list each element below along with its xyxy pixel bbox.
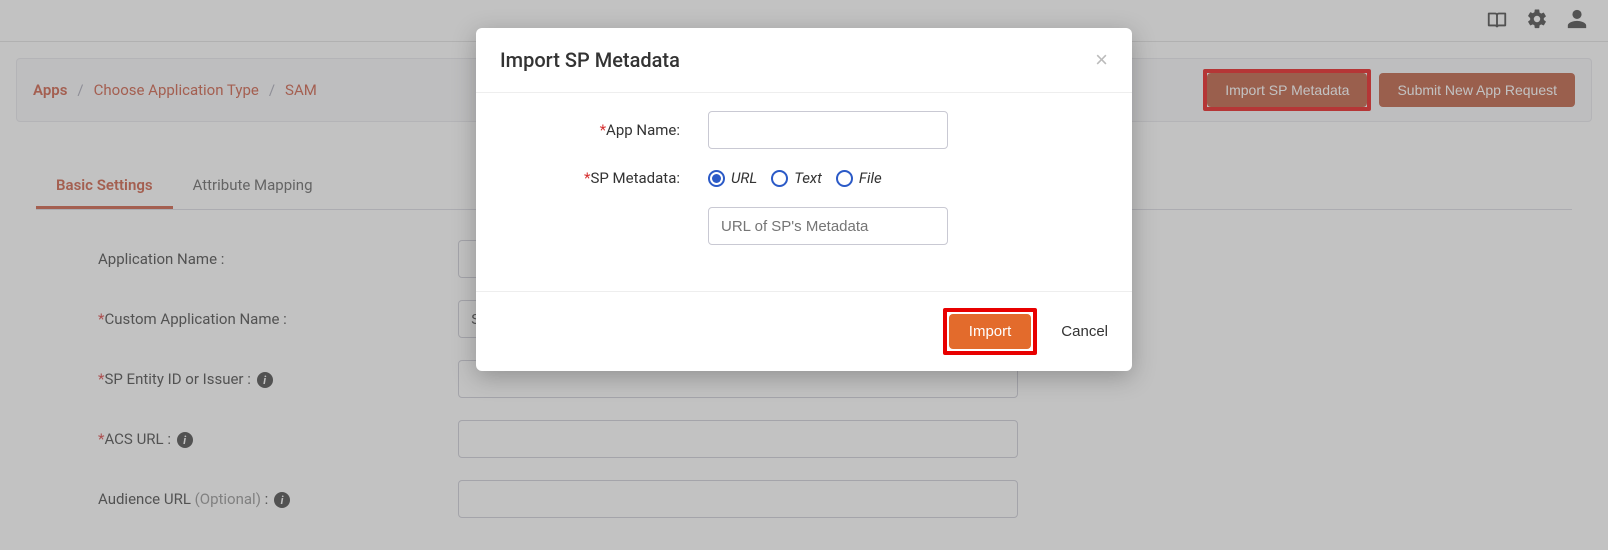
import-button[interactable]: Import [949,314,1032,349]
radio-url-indicator [708,170,725,187]
modal-header: Import SP Metadata × [476,28,1132,93]
close-icon[interactable]: × [1095,49,1108,71]
modal-input-app-name[interactable] [708,111,948,149]
modal-overlay[interactable]: Import SP Metadata × *App Name: *SP Meta… [0,0,1608,550]
sp-metadata-radio-group: URL Text File [708,169,882,187]
modal-row-url-input [516,207,1092,245]
import-sp-metadata-modal: Import SP Metadata × *App Name: *SP Meta… [476,28,1132,371]
modal-row-sp-metadata: *SP Metadata: URL Text File [516,169,1092,187]
radio-text[interactable]: Text [771,169,822,187]
radio-url[interactable]: URL [708,169,757,187]
modal-row-app-name: *App Name: [516,111,1092,149]
radio-file[interactable]: File [836,169,882,187]
modal-footer: Import Cancel [476,291,1132,371]
radio-text-indicator [771,170,788,187]
modal-label-app-name: *App Name: [516,121,708,139]
radio-url-label: URL [731,169,757,187]
modal-label-sp-metadata: *SP Metadata: [516,169,708,187]
modal-input-url[interactable] [708,207,948,245]
radio-file-label: File [859,169,882,187]
modal-title: Import SP Metadata [500,48,680,72]
radio-text-label: Text [794,169,822,187]
highlight-import-button: Import [943,308,1038,355]
radio-file-indicator [836,170,853,187]
modal-body: *App Name: *SP Metadata: URL Text [476,93,1132,291]
cancel-button[interactable]: Cancel [1061,323,1108,340]
